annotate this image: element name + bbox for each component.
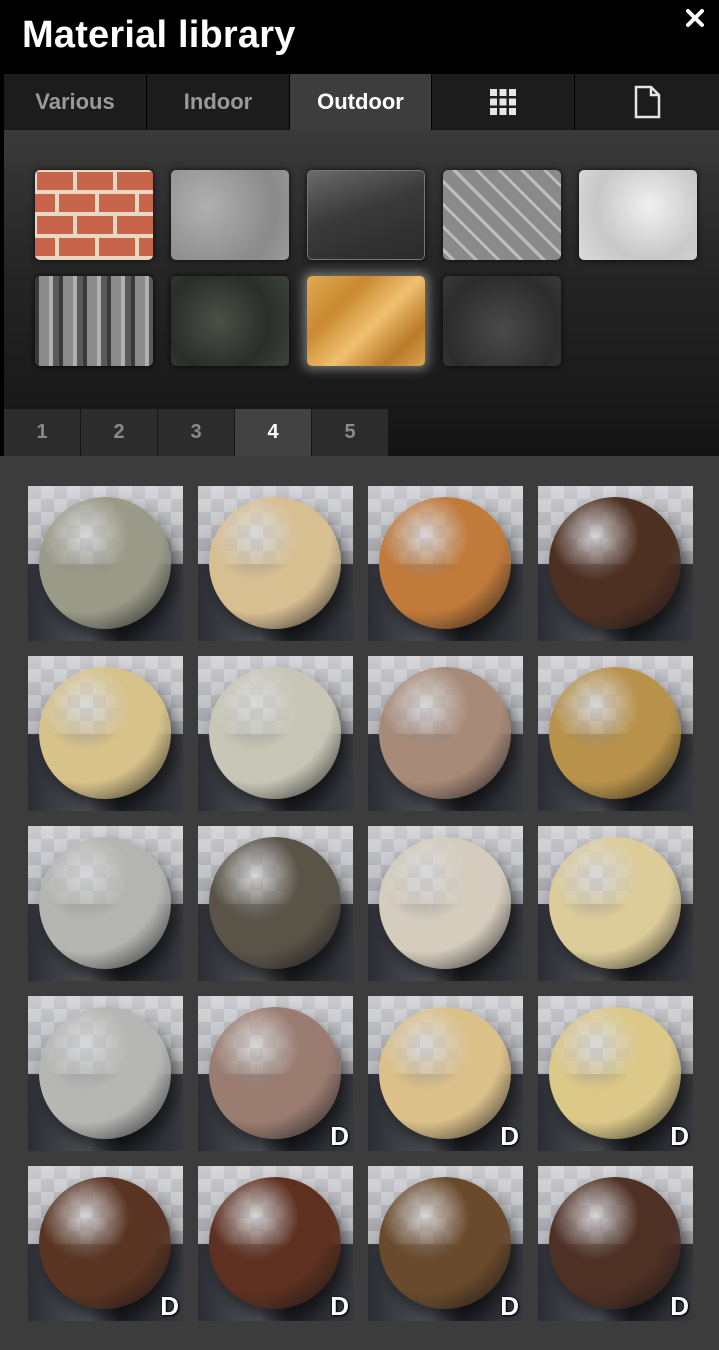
page-4[interactable]: 4 xyxy=(235,409,311,456)
material-thumbnail[interactable] xyxy=(368,656,523,811)
tab-label: Indoor xyxy=(183,89,253,114)
material-sphere xyxy=(379,1007,511,1139)
material-sphere xyxy=(39,837,171,969)
category-metal-plate[interactable] xyxy=(443,170,561,260)
material-thumbnail[interactable]: D xyxy=(368,996,523,1151)
material-sphere xyxy=(379,1177,511,1309)
material-thumbnail[interactable] xyxy=(538,656,693,811)
material-thumbnail[interactable] xyxy=(28,996,183,1151)
tab-grid-view[interactable] xyxy=(432,74,575,130)
category-roof-tiles[interactable] xyxy=(35,276,153,366)
material-sphere xyxy=(209,497,341,629)
category-asphalt[interactable] xyxy=(443,276,561,366)
material-sphere xyxy=(549,497,681,629)
page-5[interactable]: 5 xyxy=(312,409,388,456)
material-badge: D xyxy=(670,1291,689,1321)
material-sphere xyxy=(209,667,341,799)
material-sphere xyxy=(549,1007,681,1139)
page-2[interactable]: 2 xyxy=(81,409,157,456)
material-badge: D xyxy=(500,1291,519,1321)
category-wood-chips[interactable] xyxy=(307,276,425,366)
material-thumbnail[interactable]: D xyxy=(368,1166,523,1321)
material-grid: D D D D D D D xyxy=(0,456,719,1350)
page-3[interactable]: 3 xyxy=(158,409,234,456)
category-plaster[interactable] xyxy=(579,170,697,260)
material-badge: D xyxy=(670,1121,689,1151)
material-sphere xyxy=(209,1177,341,1309)
material-sphere xyxy=(209,1007,341,1139)
grid-icon xyxy=(490,89,516,115)
category-panel xyxy=(4,130,719,456)
material-sphere xyxy=(39,497,171,629)
material-thumbnail[interactable]: D xyxy=(198,996,353,1151)
material-badge: D xyxy=(330,1121,349,1151)
material-thumbnail[interactable] xyxy=(28,486,183,641)
pagination: 1 2 3 4 5 xyxy=(4,409,389,456)
material-thumbnail[interactable] xyxy=(368,826,523,981)
category-concrete[interactable] xyxy=(171,170,289,260)
material-badge: D xyxy=(330,1291,349,1321)
material-thumbnail[interactable]: D xyxy=(538,1166,693,1321)
material-sphere xyxy=(379,497,511,629)
material-sphere xyxy=(549,1177,681,1309)
document-icon xyxy=(634,85,661,119)
material-thumbnail[interactable]: D xyxy=(198,1166,353,1321)
window-title: Material library xyxy=(22,14,296,56)
material-thumbnail[interactable] xyxy=(28,656,183,811)
tab-outdoor[interactable]: Outdoor xyxy=(290,74,432,130)
material-sphere xyxy=(549,667,681,799)
material-thumbnail[interactable] xyxy=(538,826,693,981)
material-thumbnail[interactable] xyxy=(368,486,523,641)
material-sphere xyxy=(39,1177,171,1309)
material-thumbnail[interactable]: D xyxy=(538,996,693,1151)
page-1[interactable]: 1 xyxy=(4,409,80,456)
tab-label: Outdoor xyxy=(317,89,404,114)
material-thumbnail[interactable] xyxy=(538,486,693,641)
material-sphere xyxy=(379,837,511,969)
tab-document[interactable] xyxy=(575,74,719,130)
material-sphere xyxy=(39,1007,171,1139)
category-brick[interactable] xyxy=(35,170,153,260)
material-thumbnail[interactable] xyxy=(198,826,353,981)
material-sphere xyxy=(209,837,341,969)
material-thumbnail[interactable] xyxy=(198,656,353,811)
title-bar: Material library xyxy=(0,0,719,74)
tab-bar: Various Indoor Outdoor xyxy=(4,74,719,130)
tab-various[interactable]: Various xyxy=(4,74,147,130)
material-sphere xyxy=(549,837,681,969)
material-sphere xyxy=(379,667,511,799)
material-badge: D xyxy=(500,1121,519,1151)
category-glass[interactable] xyxy=(307,170,425,260)
material-badge: D xyxy=(160,1291,179,1321)
material-thumbnail[interactable] xyxy=(28,826,183,981)
tab-indoor[interactable]: Indoor xyxy=(147,74,290,130)
category-stone[interactable] xyxy=(171,276,289,366)
close-icon[interactable] xyxy=(683,6,707,30)
material-thumbnail[interactable]: D xyxy=(28,1166,183,1321)
tab-label: Various xyxy=(35,89,115,114)
material-thumbnail[interactable] xyxy=(198,486,353,641)
material-sphere xyxy=(39,667,171,799)
